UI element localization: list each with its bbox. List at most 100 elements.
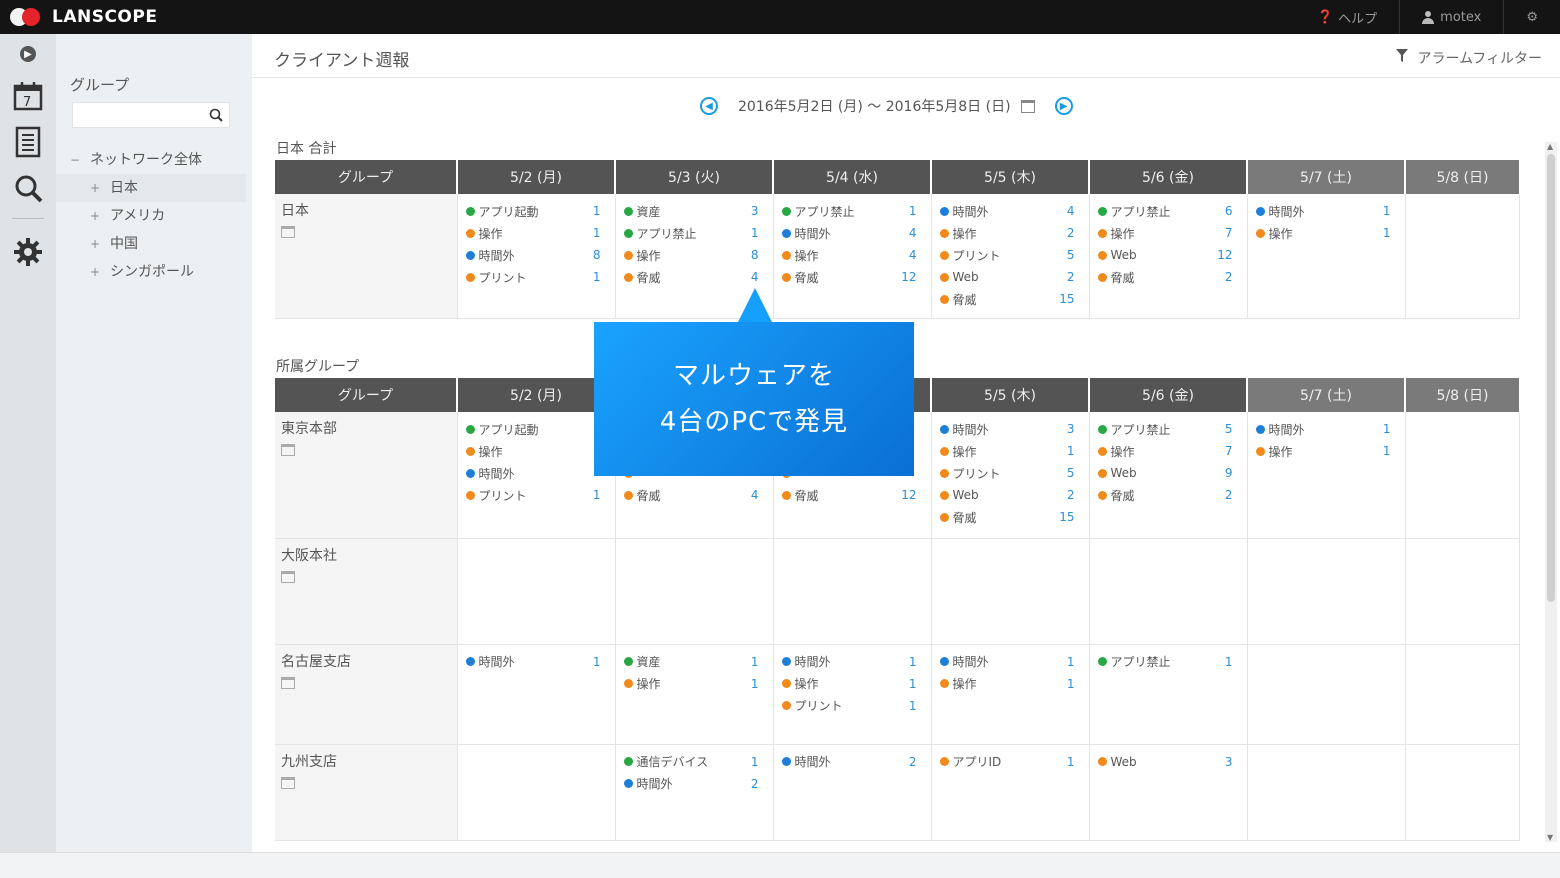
calendar-icon[interactable]: 7 [10, 78, 46, 114]
user-menu[interactable]: motex [1399, 0, 1503, 34]
event-item[interactable]: Web 2 [939, 484, 1083, 506]
event-count[interactable]: 1 [593, 270, 601, 284]
event-item[interactable]: 操作 1 [1255, 222, 1399, 244]
event-count[interactable]: 3 [1225, 755, 1233, 769]
column-header-day[interactable]: 5/7 (土) [1247, 160, 1406, 194]
group-cell[interactable]: 日本 [275, 194, 458, 319]
event-item[interactable]: Web 12 [1097, 244, 1241, 266]
event-count[interactable]: 9 [1225, 466, 1233, 480]
event-item[interactable]: 時間外 4 [939, 200, 1083, 222]
event-item[interactable]: 時間外 [465, 462, 609, 484]
event-item[interactable]: 脅威 4 [623, 266, 767, 288]
event-count[interactable]: 8 [751, 248, 759, 262]
event-item[interactable]: 時間外 1 [1255, 418, 1399, 440]
tree-item[interactable]: + アメリカ [56, 202, 252, 230]
event-count[interactable]: 4 [909, 248, 917, 262]
event-count[interactable]: 1 [1383, 204, 1391, 218]
settings-menu[interactable]: ⚙ [1503, 0, 1560, 34]
event-item[interactable]: 脅威 2 [1097, 266, 1241, 288]
collapse-icon[interactable]: − [70, 146, 90, 174]
event-item[interactable]: プリント 5 [939, 244, 1083, 266]
column-header-day[interactable]: 5/3 (火) [615, 160, 774, 194]
event-count[interactable]: 1 [593, 488, 601, 502]
column-header-day[interactable]: 5/6 (金) [1089, 378, 1248, 412]
event-item[interactable]: 脅威 15 [939, 506, 1083, 528]
event-count[interactable]: 12 [901, 270, 916, 284]
event-count[interactable]: 2 [1225, 488, 1233, 502]
event-item[interactable]: Web 2 [939, 266, 1083, 288]
column-header-day[interactable]: 5/5 (木) [931, 378, 1090, 412]
event-count[interactable]: 2 [1225, 270, 1233, 284]
event-item[interactable]: 時間外 1 [939, 651, 1083, 673]
event-item[interactable]: 操作 7 [1097, 222, 1241, 244]
event-count[interactable]: 1 [751, 226, 759, 240]
expand-icon[interactable]: + [90, 230, 110, 258]
calendar-small-icon[interactable] [281, 570, 295, 583]
event-count[interactable]: 2 [1067, 270, 1075, 284]
group-cell[interactable]: 大阪本社 [275, 538, 458, 645]
event-item[interactable]: Web 9 [1097, 462, 1241, 484]
event-item[interactable]: プリント 1 [465, 266, 609, 288]
event-item[interactable]: プリント 5 [939, 462, 1083, 484]
column-header-day[interactable]: 5/8 (日) [1405, 378, 1519, 412]
event-count[interactable]: 1 [909, 204, 917, 218]
event-count[interactable]: 3 [751, 204, 759, 218]
group-cell[interactable]: 東京本部 [275, 412, 458, 539]
event-count[interactable]: 4 [1067, 204, 1075, 218]
group-search-input[interactable] [72, 102, 230, 128]
column-header-group[interactable]: グループ [275, 160, 458, 194]
event-count[interactable]: 1 [593, 204, 601, 218]
report-icon[interactable] [10, 124, 46, 160]
group-cell[interactable]: 九州支店 [275, 744, 458, 841]
event-count[interactable]: 1 [751, 655, 759, 669]
event-item[interactable]: アプリ禁止 6 [1097, 200, 1241, 222]
event-item[interactable]: アプリ起動 1 [465, 200, 609, 222]
event-item[interactable]: アプリ禁止 1 [623, 222, 767, 244]
event-item[interactable]: 脅威 12 [781, 484, 925, 506]
event-count[interactable]: 5 [1067, 466, 1075, 480]
calendar-small-icon[interactable] [281, 676, 295, 689]
event-count[interactable]: 1 [1067, 655, 1075, 669]
event-item[interactable]: 操作 1 [1255, 440, 1399, 462]
column-header-day[interactable]: 5/7 (土) [1247, 378, 1406, 412]
collapse-toggle-icon[interactable]: ▶ [20, 46, 36, 62]
event-count[interactable]: 1 [1383, 444, 1391, 458]
event-item[interactable]: 操作 2 [939, 222, 1083, 244]
event-item[interactable]: 時間外 1 [781, 651, 925, 673]
event-item[interactable]: 操作 1 [939, 673, 1083, 695]
vertical-scrollbar[interactable]: ▲ ▼ [1545, 142, 1557, 842]
event-count[interactable]: 1 [1067, 677, 1075, 691]
tree-item[interactable]: + 中国 [56, 230, 252, 258]
event-item[interactable]: 資産 1 [623, 651, 767, 673]
event-item[interactable]: 操作 1 [939, 440, 1083, 462]
event-count[interactable]: 1 [593, 655, 601, 669]
event-item[interactable]: 操作 1 [623, 673, 767, 695]
column-header-day[interactable]: 5/2 (月) [457, 378, 616, 412]
search-icon[interactable] [10, 170, 46, 206]
logo[interactable]: LANSCOPE [10, 6, 157, 28]
event-count[interactable]: 7 [1225, 226, 1233, 240]
event-count[interactable]: 1 [909, 655, 917, 669]
event-item[interactable]: 操作 4 [781, 244, 925, 266]
event-count[interactable]: 2 [751, 777, 759, 791]
column-header-day[interactable]: 5/2 (月) [457, 160, 616, 194]
event-item[interactable]: 操作 [465, 440, 609, 462]
event-count[interactable]: 4 [751, 488, 759, 502]
event-count[interactable]: 3 [1067, 422, 1075, 436]
event-count[interactable]: 2 [1067, 226, 1075, 240]
event-item[interactable]: 資産 3 [623, 200, 767, 222]
scroll-up-icon[interactable]: ▲ [1547, 142, 1553, 151]
event-count[interactable]: 1 [593, 226, 601, 240]
scroll-thumb[interactable] [1547, 154, 1555, 602]
event-count[interactable]: 1 [909, 677, 917, 691]
tree-item[interactable]: − ネットワーク全体 [56, 146, 252, 174]
event-count[interactable]: 1 [1383, 422, 1391, 436]
expand-icon[interactable]: + [90, 174, 110, 202]
event-count[interactable]: 1 [751, 677, 759, 691]
event-item[interactable]: 通信デバイス 1 [623, 751, 767, 773]
event-item[interactable]: 時間外 4 [781, 222, 925, 244]
event-item[interactable]: アプリ禁止 5 [1097, 418, 1241, 440]
event-item[interactable]: アプリ禁止 1 [781, 200, 925, 222]
event-item[interactable]: 脅威 12 [781, 266, 925, 288]
event-count[interactable]: 12 [1217, 248, 1232, 262]
